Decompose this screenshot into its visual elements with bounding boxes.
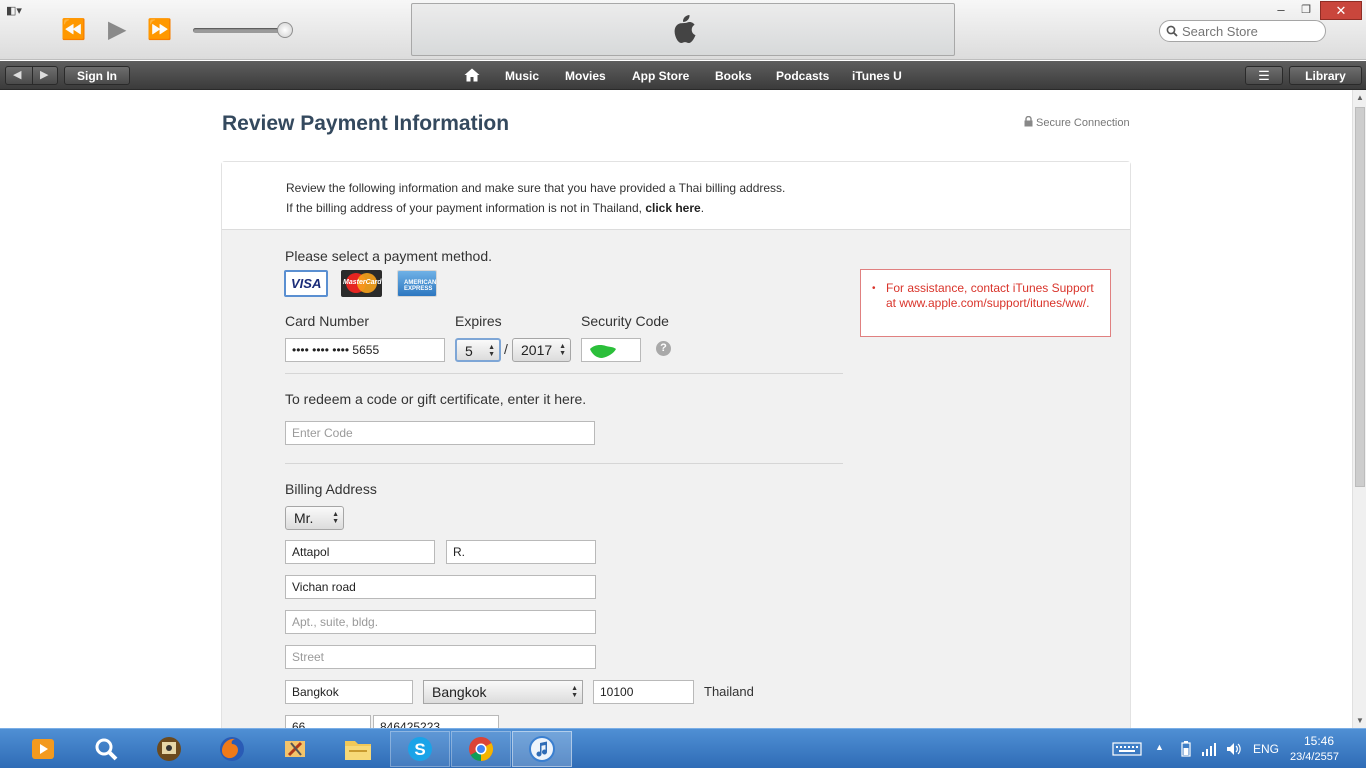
volume-icon[interactable] bbox=[1226, 742, 1242, 756]
forward-button[interactable]: ▶ bbox=[40, 68, 48, 81]
expires-label: Expires bbox=[455, 313, 502, 329]
payment-panel: Review the following information and mak… bbox=[221, 161, 1131, 728]
scroll-thumb[interactable] bbox=[1355, 107, 1365, 487]
volume-slider[interactable] bbox=[193, 28, 289, 33]
network-icon[interactable] bbox=[1201, 742, 1217, 756]
phone-area-code-field[interactable]: 66 bbox=[285, 715, 371, 728]
street-field[interactable] bbox=[285, 645, 596, 669]
nav-movies[interactable]: Movies bbox=[565, 69, 606, 83]
assistance-box: • For assistance, contact iTunes Support… bbox=[860, 269, 1111, 337]
store-nav-bar: ◀ ▶ Sign In Music Movies App Store Books… bbox=[0, 61, 1366, 90]
secure-connection: Secure Connection bbox=[1024, 115, 1130, 129]
country-label: Thailand bbox=[704, 684, 754, 699]
address-line1-field[interactable]: Vichan road bbox=[285, 575, 596, 599]
redeem-label: To redeem a code or gift certificate, en… bbox=[285, 391, 587, 407]
store-page: Review Payment Information Secure Connec… bbox=[0, 90, 1352, 728]
nav-books[interactable]: Books bbox=[715, 69, 752, 83]
nav-itunes-u[interactable]: iTunes U bbox=[852, 69, 902, 83]
firefox-taskbar-icon[interactable] bbox=[202, 731, 262, 767]
rewind-icon[interactable]: ⏪ bbox=[61, 18, 86, 42]
vertical-scrollbar[interactable]: ▲ ▼ bbox=[1352, 90, 1366, 728]
file-explorer-taskbar-icon[interactable] bbox=[328, 731, 388, 767]
search-store-box[interactable] bbox=[1159, 20, 1326, 42]
payment-method-label: Please select a payment method. bbox=[285, 248, 493, 264]
svg-text:S: S bbox=[414, 740, 425, 759]
apple-logo-icon bbox=[674, 15, 696, 43]
postal-code-field[interactable]: 10100 bbox=[593, 680, 694, 704]
security-code-label: Security Code bbox=[581, 313, 669, 329]
scroll-down-icon[interactable]: ▼ bbox=[1356, 716, 1364, 725]
clock-date[interactable]: 23/4/2557 bbox=[1290, 751, 1339, 763]
security-code-field[interactable] bbox=[581, 338, 641, 362]
status-display bbox=[411, 3, 955, 56]
windows-taskbar: S ▲ ENG 15:46 23/4/2557 bbox=[0, 728, 1366, 768]
window-menu-icon[interactable]: ◧▾ bbox=[6, 4, 22, 17]
language-indicator[interactable]: ENG bbox=[1253, 742, 1279, 756]
menu-button[interactable]: ☰ bbox=[1245, 66, 1283, 85]
minimize-button[interactable]: – bbox=[1268, 2, 1294, 17]
close-button[interactable]: ✕ bbox=[1320, 1, 1362, 20]
media-player-taskbar-icon[interactable] bbox=[13, 731, 73, 767]
notice-line-2: If the billing address of your payment i… bbox=[286, 201, 705, 215]
itunes-taskbar-icon[interactable] bbox=[512, 731, 572, 767]
expires-separator: / bbox=[504, 341, 508, 357]
home-icon[interactable] bbox=[464, 68, 480, 82]
redaction-mark bbox=[590, 345, 616, 358]
card-number-label: Card Number bbox=[285, 313, 370, 329]
city-field[interactable]: Bangkok bbox=[285, 680, 413, 704]
skype-taskbar-icon[interactable]: S bbox=[390, 731, 450, 767]
redeem-code-input[interactable] bbox=[285, 421, 595, 445]
search-taskbar-icon[interactable] bbox=[76, 731, 136, 767]
amex-option[interactable]: AMERICAN EXPRESS bbox=[397, 270, 437, 297]
divider bbox=[285, 463, 843, 464]
phone-number-field[interactable]: 846425223 bbox=[373, 715, 499, 728]
nav-app-store[interactable]: App Store bbox=[632, 69, 689, 83]
play-icon[interactable]: ▶ bbox=[108, 18, 126, 42]
tray-expand-icon[interactable]: ▲ bbox=[1155, 742, 1164, 752]
nav-podcasts[interactable]: Podcasts bbox=[776, 69, 829, 83]
expires-month-select[interactable]: 5 ▲ ▼ bbox=[455, 338, 501, 362]
battery-icon[interactable] bbox=[1181, 741, 1191, 757]
player-toolbar: ◧▾ ⏪ ▶ ⏩ – ❐ ✕ bbox=[0, 0, 1366, 60]
search-input[interactable] bbox=[1182, 23, 1320, 39]
mastercard-option[interactable]: MasterCard bbox=[341, 270, 382, 297]
visa-card-option[interactable]: VISA bbox=[284, 270, 328, 297]
scroll-up-icon[interactable]: ▲ bbox=[1356, 93, 1364, 102]
chrome-taskbar-icon[interactable] bbox=[451, 731, 511, 767]
billing-address-label: Billing Address bbox=[285, 481, 377, 497]
tools-taskbar-icon[interactable] bbox=[265, 731, 325, 767]
address-line2-field[interactable] bbox=[285, 610, 596, 634]
sign-in-button[interactable]: Sign In bbox=[64, 66, 130, 85]
restore-button[interactable]: ❐ bbox=[1293, 3, 1319, 16]
security-help-icon[interactable]: ? bbox=[656, 341, 671, 356]
clock-time[interactable]: 15:46 bbox=[1304, 734, 1334, 748]
lock-icon bbox=[1024, 115, 1033, 127]
search-icon bbox=[1166, 25, 1178, 37]
fast-forward-icon[interactable]: ⏩ bbox=[147, 18, 172, 42]
divider bbox=[285, 373, 843, 374]
nav-music[interactable]: Music bbox=[505, 69, 539, 83]
keyboard-icon[interactable] bbox=[1112, 742, 1142, 756]
first-name-field[interactable]: Attapol bbox=[285, 540, 435, 564]
page-title: Review Payment Information bbox=[222, 112, 510, 135]
province-select[interactable]: Bangkok ▲ ▼ bbox=[423, 680, 583, 704]
history-nav: ◀ ▶ bbox=[5, 66, 58, 85]
back-button[interactable]: ◀ bbox=[13, 68, 21, 81]
click-here-link[interactable]: click here bbox=[645, 201, 700, 215]
app-taskbar-icon[interactable] bbox=[139, 731, 199, 767]
salutation-select[interactable]: Mr. ▲ ▼ bbox=[285, 506, 344, 530]
last-name-field[interactable]: R. bbox=[446, 540, 596, 564]
volume-knob[interactable] bbox=[277, 22, 293, 38]
expires-year-select[interactable]: 2017 ▲ ▼ bbox=[512, 338, 571, 362]
assistance-text: For assistance, contact iTunes Support a… bbox=[886, 281, 1094, 310]
billing-notice: Review the following information and mak… bbox=[222, 162, 1130, 230]
itunes-window: ◧▾ ⏪ ▶ ⏩ – ❐ ✕ ◀ ▶ Sign In bbox=[0, 0, 1366, 768]
card-number-field[interactable]: •••• •••• •••• 5655 bbox=[285, 338, 445, 362]
notice-line-1: Review the following information and mak… bbox=[286, 181, 786, 195]
library-button[interactable]: Library bbox=[1289, 66, 1362, 85]
